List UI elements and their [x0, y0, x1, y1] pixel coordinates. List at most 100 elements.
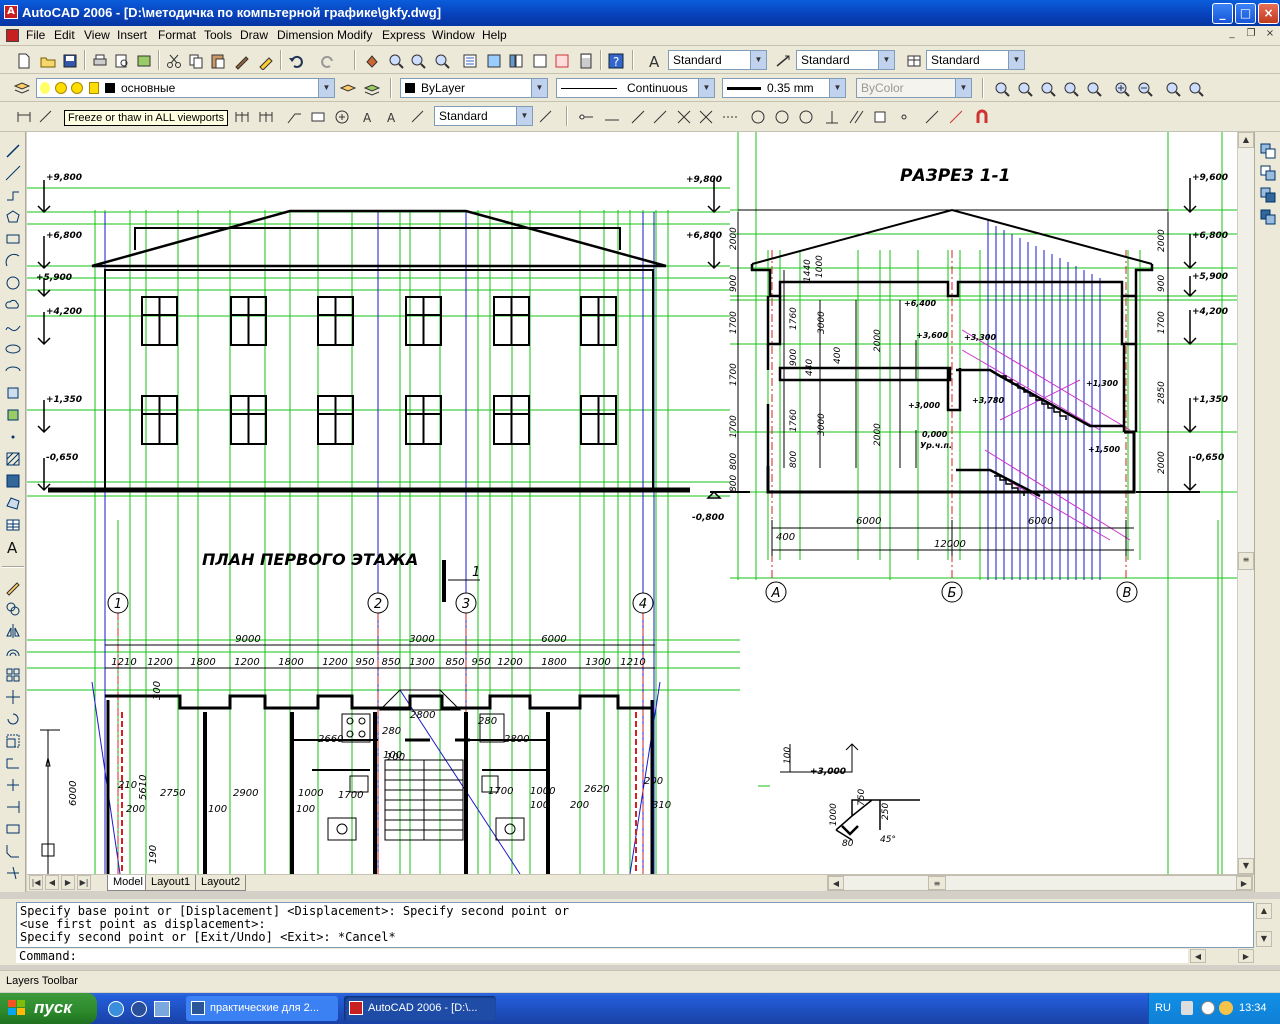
snap-endpoint-icon[interactable] [628, 107, 646, 125]
scroll-up-icon[interactable]: ▲ [1238, 132, 1254, 148]
zoom-previous-icon[interactable] [432, 51, 450, 69]
block-editor-icon[interactable] [256, 51, 274, 70]
chevron-down-icon[interactable]: ▼ [750, 51, 766, 69]
chevron-down-icon[interactable]: ▼ [531, 79, 547, 97]
sun-icon[interactable] [55, 82, 67, 94]
redo-icon[interactable] [318, 51, 336, 69]
dimension-style-icon[interactable] [536, 107, 554, 125]
ellipse-arc-icon[interactable] [4, 362, 22, 380]
array-icon[interactable] [4, 666, 22, 684]
center-mark-icon[interactable] [332, 107, 350, 125]
table-style-select[interactable]: Standard ▼ [926, 50, 1025, 70]
menu-modify[interactable]: Modify [337, 28, 372, 42]
zoom-realtime-icon[interactable] [386, 51, 404, 69]
snap-tangent-icon[interactable] [796, 107, 814, 125]
dimension-update-icon[interactable] [408, 107, 426, 125]
horizontal-scrollbar[interactable]: ◀ ≡ ▶ [827, 875, 1253, 891]
dim-style-control[interactable]: Standard ▼ [434, 106, 533, 126]
color-select[interactable]: ByLayer ▼ [400, 78, 548, 98]
chevron-down-icon[interactable]: ▼ [829, 79, 845, 97]
osnap-settings-icon[interactable] [972, 107, 990, 125]
tool-palettes-icon[interactable] [506, 51, 524, 69]
dim-style-icon[interactable] [774, 51, 792, 69]
menu-view[interactable]: View [84, 28, 110, 42]
tolerance-icon[interactable] [308, 107, 326, 125]
snap-center-icon[interactable] [748, 107, 766, 125]
doc-restore-icon[interactable]: ❐ [1243, 28, 1259, 42]
mirror-icon[interactable] [4, 622, 22, 640]
pan-realtime-icon[interactable] [362, 51, 380, 69]
command-input[interactable]: Command: [16, 949, 1188, 963]
paste-icon[interactable] [208, 51, 226, 69]
lightbulb-icon[interactable] [40, 82, 50, 94]
snap-parallel-icon[interactable] [846, 107, 864, 125]
sheet-set-icon[interactable] [530, 51, 548, 69]
make-current-layer-icon[interactable] [338, 79, 357, 97]
line-icon[interactable] [4, 142, 22, 160]
zoom-window-icon[interactable] [408, 51, 426, 69]
chevron-down-icon[interactable]: ▼ [516, 107, 532, 125]
snap-midpoint-icon[interactable] [650, 107, 668, 125]
scroll-down-icon[interactable]: ▼ [1238, 858, 1254, 874]
lineweight-select[interactable]: 0.35 mm ▼ [722, 78, 846, 98]
plot-preview-icon[interactable] [112, 51, 130, 69]
linetype-select[interactable]: Continuous ▼ [556, 78, 715, 98]
text-style-icon[interactable]: A [646, 51, 664, 70]
insert-block-icon[interactable] [4, 384, 22, 402]
scroll-left-icon[interactable]: ◀ [828, 876, 844, 890]
taskbar-item-word[interactable]: практические для 2... [186, 996, 338, 1021]
prev-tab-icon[interactable]: ◀ [45, 875, 59, 890]
title-bar[interactable]: A AutoCAD 2006 - [D:\методичка по компьт… [0, 0, 1280, 26]
menu-help[interactable]: Help [482, 28, 507, 42]
region-icon[interactable] [4, 494, 22, 512]
table-icon[interactable] [4, 516, 22, 534]
table-style-icon[interactable] [904, 51, 922, 69]
dimension-edit-icon[interactable]: A [360, 107, 378, 125]
bring-to-front-icon[interactable] [1259, 142, 1277, 160]
zoom-scale-icon[interactable] [1038, 79, 1056, 97]
gradient-icon[interactable] [4, 472, 22, 490]
zoom-dynamic-icon[interactable] [1015, 79, 1033, 97]
next-tab-icon[interactable]: ▶ [61, 875, 75, 890]
open-icon[interactable] [38, 51, 56, 69]
rotate-icon[interactable] [4, 710, 22, 728]
snap-nearest-icon[interactable] [922, 107, 940, 125]
chevron-down-icon[interactable]: ▼ [1008, 51, 1024, 69]
help-icon[interactable]: ? [606, 51, 624, 69]
layer-manager-icon[interactable] [12, 79, 31, 97]
chevron-down-icon[interactable]: ▼ [698, 79, 714, 97]
chevron-down-icon[interactable]: ▼ [878, 51, 894, 69]
move-icon[interactable] [4, 688, 22, 706]
minimize-button[interactable]: _ [1212, 3, 1233, 24]
start-button[interactable]: пуск [0, 993, 97, 1024]
temporary-track-point-icon[interactable] [576, 107, 594, 125]
autocad-icon[interactable]: A [4, 5, 18, 19]
doc-minimize-icon[interactable]: _ [1224, 28, 1240, 42]
vertical-scrollbar[interactable]: ▲ ≡ ▼ [1237, 132, 1254, 874]
doc-close-icon[interactable]: × [1262, 28, 1278, 42]
menu-dimension[interactable]: Dimension [277, 28, 334, 42]
internet-explorer-icon[interactable] [108, 1001, 124, 1017]
publish-icon[interactable] [134, 51, 152, 69]
first-tab-icon[interactable]: |◀ [29, 875, 43, 890]
scroll-thumb[interactable]: ≡ [1238, 552, 1254, 570]
stretch-icon[interactable] [4, 754, 22, 772]
erase-icon[interactable] [4, 578, 22, 596]
baseline-dimension-icon[interactable] [232, 107, 250, 125]
undo-icon[interactable] [286, 51, 304, 69]
circle-icon[interactable] [4, 274, 22, 292]
network-icon[interactable] [1219, 1001, 1233, 1015]
revision-cloud-icon[interactable] [4, 296, 22, 314]
snap-none-icon[interactable] [946, 107, 964, 125]
close-button[interactable]: × [1258, 3, 1279, 24]
lock-icon[interactable] [89, 82, 99, 94]
snap-extension-icon[interactable] [720, 107, 738, 125]
snap-node-icon[interactable] [894, 107, 912, 125]
new-icon[interactable] [14, 51, 32, 69]
menu-insert[interactable]: Insert [117, 28, 147, 42]
plot-icon[interactable] [90, 51, 108, 69]
tab-model[interactable]: Model [107, 875, 149, 891]
continue-dimension-icon[interactable] [256, 107, 274, 125]
send-under-icon[interactable] [1259, 208, 1277, 226]
linear-dimension-icon[interactable] [14, 107, 32, 125]
